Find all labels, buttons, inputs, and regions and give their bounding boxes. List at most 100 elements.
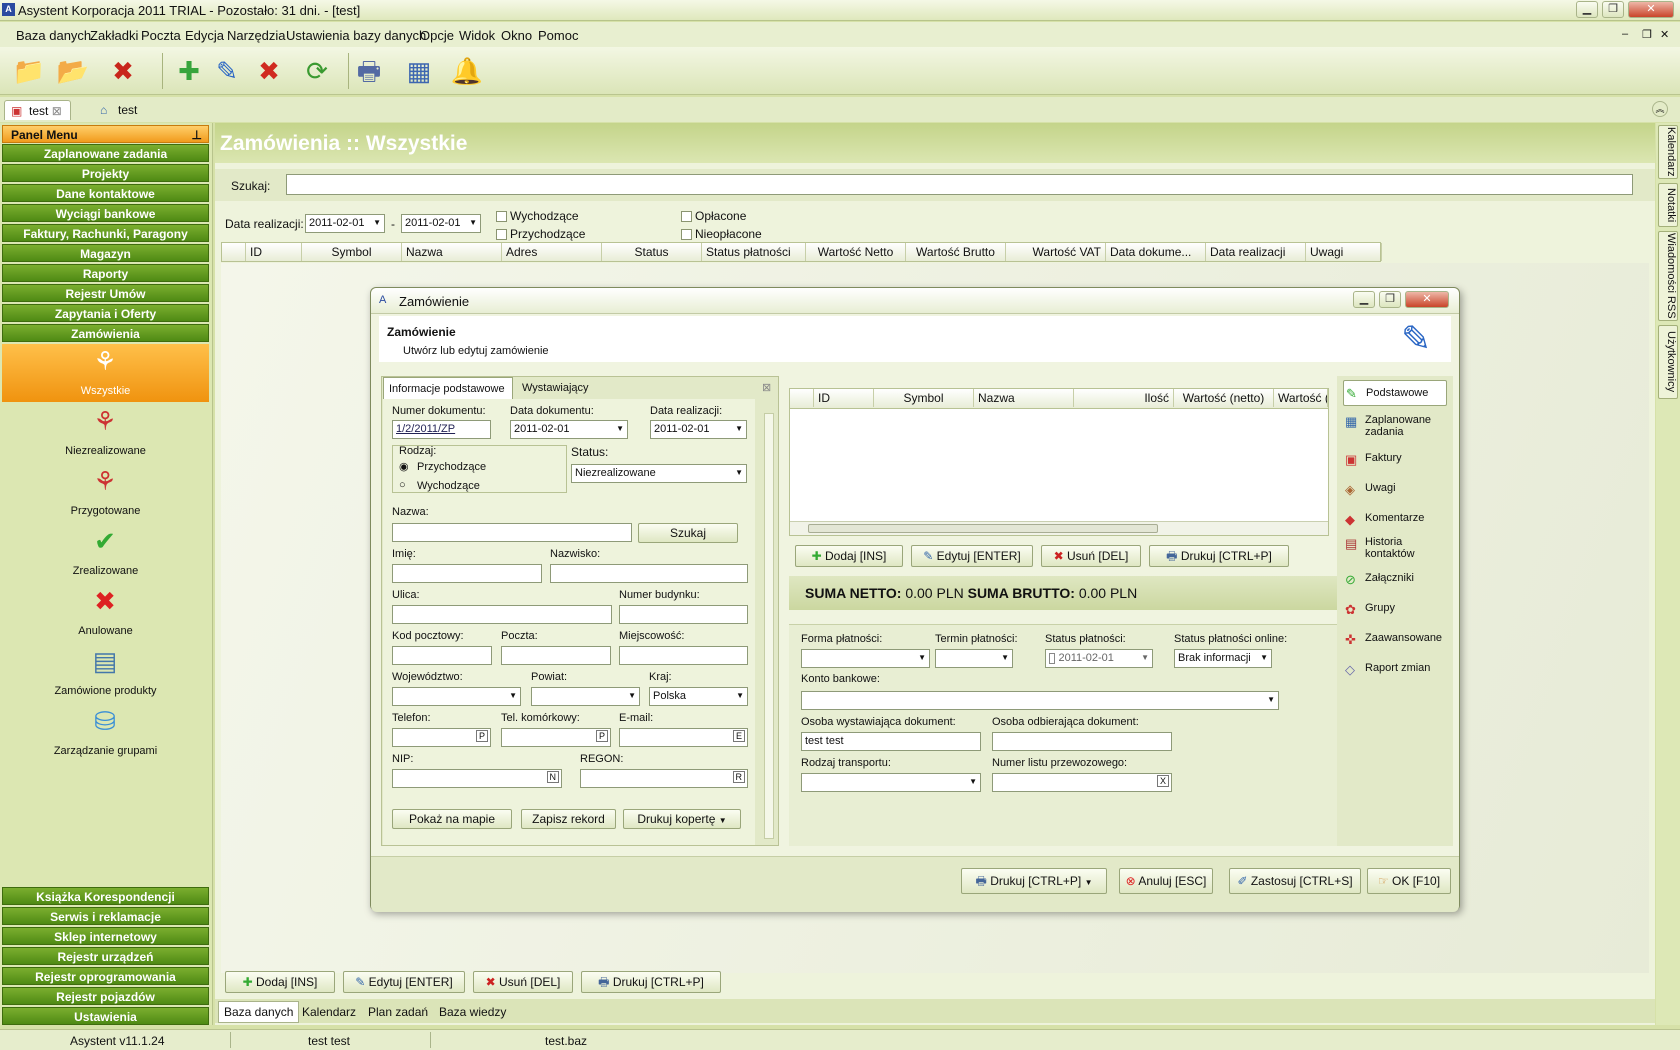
group-rejestr-urzadzen[interactable]: Rejestr urządzeń	[2, 947, 209, 965]
grid-col-data-dokumentu[interactable]: Data dokume...	[1106, 243, 1206, 261]
ulica-input[interactable]	[392, 605, 612, 624]
tab-kalendarz[interactable]: Kalendarz	[302, 1005, 356, 1019]
group-projekty[interactable]: Projekty	[2, 164, 209, 182]
sidebar-item-anulowane[interactable]: ✖ Anulowane	[2, 584, 209, 642]
filter-nieoplacone-checkbox[interactable]	[681, 229, 692, 240]
mdi-minimize-icon[interactable]: –	[1622, 28, 1628, 40]
poczta-input[interactable]	[501, 646, 611, 665]
numer-listu-input[interactable]: X	[992, 773, 1172, 792]
tab-plan-zadan[interactable]: Plan zadań	[368, 1005, 428, 1019]
nav-historia-kontaktow[interactable]: ▤ Historia kontaktów	[1343, 536, 1447, 560]
grid-col-status-platnosci[interactable]: Status płatności	[702, 243, 806, 261]
group-rejestr-oprogramowania[interactable]: Rejestr oprogramowania	[2, 967, 209, 985]
group-zamowienia[interactable]: Zamówienia	[2, 324, 209, 342]
rodzaj-transportu-select[interactable]	[801, 773, 981, 792]
add-button[interactable]: ✚ Dodaj [INS]	[225, 971, 335, 993]
grid-col-uwagi[interactable]: Uwagi	[1306, 243, 1382, 261]
numer-budynku-input[interactable]	[619, 605, 748, 624]
nip-input[interactable]: N	[392, 769, 562, 788]
group-serwis[interactable]: Serwis i reklamacje	[2, 907, 209, 925]
grid-col-status[interactable]: Status	[602, 243, 702, 261]
close-icon[interactable]: ✕	[1628, 1, 1674, 18]
nav-grupy[interactable]: ✿ Grupy	[1343, 602, 1447, 617]
tab-test[interactable]: ⌂ test	[94, 100, 145, 120]
nav-komentarze[interactable]: ◆ Komentarze	[1343, 512, 1447, 527]
sidebar-item-zarzadzanie-grupami[interactable]: ⛁ Zarządzanie grupami	[2, 704, 209, 762]
items-col-wartosc-netto[interactable]: Wartość (netto)	[1174, 389, 1274, 407]
sidebar-item-zrealizowane[interactable]: ✔ Zrealizowane	[2, 524, 209, 582]
grid-col-nazwa[interactable]: Nazwa	[402, 243, 502, 261]
delete-button[interactable]: ✖ Usuń [DEL]	[473, 971, 573, 993]
status-platnosci-checkbox[interactable]	[1049, 653, 1056, 664]
nav-zaplanowane-zadania[interactable]: ▦ Zaplanowane zadania	[1343, 414, 1447, 438]
zapisz-rekord-button[interactable]: Zapisz rekord	[521, 809, 616, 829]
menu-ustawienia-bazy[interactable]: Ustawienia bazy danych	[286, 28, 426, 43]
status-select[interactable]: Niezrealizowane	[571, 464, 747, 483]
nazwisko-input[interactable]	[550, 564, 748, 583]
hscroll-thumb[interactable]	[808, 524, 1158, 533]
search-input[interactable]	[286, 174, 1633, 195]
szukaj-button[interactable]: Szukaj	[638, 523, 738, 543]
kraj-select[interactable]: Polska	[649, 687, 748, 706]
konto-bankowe-select[interactable]	[801, 691, 1279, 710]
email-e-button[interactable]: E	[732, 730, 745, 742]
wojewodztwo-select[interactable]	[392, 687, 521, 706]
menu-opcje[interactable]: Opcje	[420, 28, 454, 43]
sidebar-item-wszystkie[interactable]: ⚘ Wszystkie	[2, 344, 209, 402]
menu-widok[interactable]: Widok	[459, 28, 495, 43]
date-from-field[interactable]: 2011-02-01	[305, 214, 385, 233]
item-print-button[interactable]: 🖶 Drukuj [CTRL+P]	[1149, 545, 1289, 567]
new-database-icon[interactable]: 📁	[10, 52, 48, 90]
print-button[interactable]: 🖶 Drukuj [CTRL+P]	[581, 971, 721, 993]
group-sklep[interactable]: Sklep internetowy	[2, 927, 209, 945]
email-input[interactable]: E	[619, 728, 748, 747]
menu-baza-danych[interactable]: Baza danych	[16, 28, 91, 43]
group-magazyn[interactable]: Magazyn	[2, 244, 209, 262]
delete-document-icon[interactable]: ✖	[250, 52, 288, 90]
nav-zalaczniki[interactable]: ⊘ Załączniki	[1343, 572, 1447, 587]
side-tab-rss[interactable]: Wiadomości RSS	[1658, 231, 1678, 321]
termin-platnosci-select[interactable]	[935, 649, 1013, 668]
add-document-icon[interactable]: ✚	[170, 52, 208, 90]
grid-col-wartosc-vat[interactable]: Wartość VAT	[1006, 243, 1106, 261]
numer-input[interactable]: 1/2/2011/ZP	[392, 420, 491, 439]
tab-test-active[interactable]: ▣ test ⊠	[4, 100, 71, 120]
status-platnosci-field[interactable]: 2011-02-01	[1045, 649, 1153, 668]
group-zapytania-oferty[interactable]: Zapytania i Oferty	[2, 304, 209, 322]
items-col-ilosc[interactable]: Ilość	[1074, 389, 1174, 407]
tab-baza-danych[interactable]: Baza danych	[218, 1001, 300, 1023]
refresh-icon[interactable]: ⟳	[298, 52, 336, 90]
data-realizacji-field[interactable]: 2011-02-01	[650, 420, 747, 439]
maximize-icon[interactable]: ❐	[1602, 1, 1624, 18]
nip-n-button[interactable]: N	[546, 771, 559, 783]
grid-col-symbol[interactable]: Symbol	[302, 243, 402, 261]
dialog-minimize-icon[interactable]: ▁	[1353, 291, 1375, 308]
dialog-print-button[interactable]: 🖶 Drukuj [CTRL+P] ▼	[961, 868, 1107, 894]
radio-przychodzace[interactable]: ◉	[399, 460, 409, 473]
menu-okno[interactable]: Okno	[501, 28, 532, 43]
group-wyciagi-bankowe[interactable]: Wyciągi bankowe	[2, 204, 209, 222]
dialog-apply-button[interactable]: ✐ Zastosuj [CTRL+S]	[1229, 868, 1361, 894]
items-col-symbol[interactable]: Symbol	[874, 389, 974, 407]
group-rejestr-umow[interactable]: Rejestr Umów	[2, 284, 209, 302]
side-tab-uzytkownicy[interactable]: Użytkownicy	[1658, 325, 1678, 399]
menu-narzedzia[interactable]: Narzędzia	[227, 28, 286, 43]
close-database-icon[interactable]: ✖	[104, 52, 142, 90]
nav-faktury[interactable]: ▣ Faktury	[1343, 452, 1447, 467]
tab-baza-wiedzy[interactable]: Baza wiedzy	[439, 1005, 506, 1019]
mdi-restore-icon[interactable]: ❐	[1642, 28, 1652, 41]
radio-wychodzace[interactable]: ○	[399, 479, 406, 491]
filter-przychodzace-checkbox[interactable]	[496, 229, 507, 240]
dialog-ok-button[interactable]: ☞ OK [F10]	[1367, 868, 1451, 894]
items-hscrollbar[interactable]	[790, 521, 1328, 535]
imie-input[interactable]	[392, 564, 542, 583]
edit-button[interactable]: ✎ Edytuj [ENTER]	[343, 971, 465, 993]
side-tab-kalendarz[interactable]: Kalendarz	[1658, 125, 1678, 179]
group-ustawienia[interactable]: Ustawienia	[2, 1007, 209, 1025]
menu-edycja[interactable]: Edycja	[185, 28, 224, 43]
grid-col-wartosc-netto[interactable]: Wartość Netto	[806, 243, 906, 261]
filter-wychodzace-checkbox[interactable]	[496, 211, 507, 222]
nazwa-input[interactable]	[392, 523, 632, 542]
bell-icon[interactable]: 🔔	[448, 52, 486, 90]
dialog-close-icon[interactable]: ✕	[1405, 291, 1449, 308]
